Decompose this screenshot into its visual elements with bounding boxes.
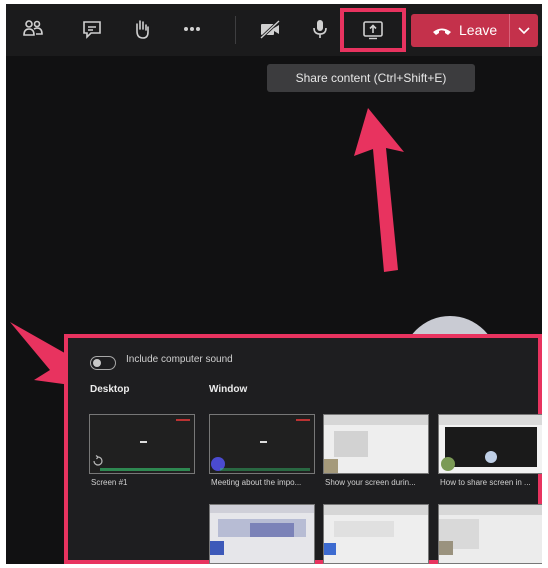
camera-button[interactable] bbox=[255, 14, 285, 44]
window-thumbnail[interactable] bbox=[209, 414, 315, 474]
microphone-button[interactable] bbox=[305, 14, 335, 44]
window-thumbnail[interactable] bbox=[438, 414, 542, 474]
chevron-down-icon bbox=[518, 26, 530, 34]
window-thumbnail[interactable] bbox=[209, 504, 315, 564]
screen-share-glyph-icon bbox=[93, 455, 103, 466]
window-item-label: How to share screen in ... bbox=[440, 478, 531, 487]
raise-hand-button[interactable] bbox=[127, 14, 157, 44]
people-icon bbox=[23, 20, 43, 36]
share-tray-icon bbox=[363, 21, 383, 40]
leave-label: Leave bbox=[459, 22, 498, 38]
desktop-item-label: Screen #1 bbox=[91, 478, 128, 487]
window-heading: Window bbox=[209, 384, 248, 395]
window-thumbnail[interactable] bbox=[323, 504, 429, 564]
camera-off-icon bbox=[259, 19, 281, 40]
window-item-label: Meeting about the impo... bbox=[211, 478, 302, 487]
share-content-button[interactable] bbox=[340, 8, 406, 52]
meeting-toolbar: Leave bbox=[6, 4, 542, 56]
phone-hangup-icon bbox=[433, 28, 451, 35]
people-button[interactable] bbox=[18, 14, 48, 44]
computer-sound-toggle[interactable] bbox=[90, 356, 116, 370]
more-icon bbox=[184, 27, 200, 31]
desktop-screen-thumbnail[interactable] bbox=[89, 414, 195, 474]
desktop-heading: Desktop bbox=[90, 384, 130, 395]
leave-button[interactable]: Leave bbox=[411, 14, 538, 47]
share-tray: Include computer sound Desktop Window Sc… bbox=[64, 334, 542, 564]
window-thumbnail[interactable] bbox=[323, 414, 429, 474]
leave-options-button[interactable] bbox=[509, 14, 538, 47]
toggle-knob bbox=[93, 359, 101, 367]
window-item-label: Show your screen durin... bbox=[325, 478, 416, 487]
chat-button[interactable] bbox=[77, 14, 107, 44]
annotation-arrow-up bbox=[354, 108, 404, 272]
computer-sound-label: Include computer sound bbox=[126, 354, 233, 365]
raise-hand-icon bbox=[136, 20, 149, 39]
more-button[interactable] bbox=[177, 14, 207, 44]
microphone-icon bbox=[313, 20, 327, 38]
meeting-stage: Leave Share content (Ctrl+Shift+E) Inclu… bbox=[6, 4, 542, 564]
toolbar-divider bbox=[235, 16, 236, 44]
share-content-tooltip: Share content (Ctrl+Shift+E) bbox=[267, 64, 475, 92]
window-thumbnail[interactable] bbox=[438, 504, 542, 564]
chat-icon bbox=[83, 21, 101, 39]
